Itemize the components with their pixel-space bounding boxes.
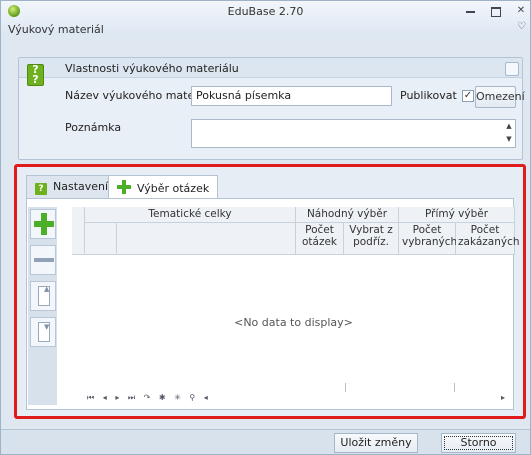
properties-panel: ?? Vlastnosti výukového materiálu Název …: [18, 57, 525, 160]
previous-record-icon[interactable]: ◂: [103, 393, 107, 402]
tab-settings[interactable]: ? Nastavení: [26, 175, 118, 198]
empty-grid-message: <No data to display>: [234, 316, 353, 329]
add-button[interactable]: [30, 209, 56, 239]
maximize-icon[interactable]: [489, 5, 503, 17]
remove-button[interactable]: [30, 245, 56, 275]
restrict-button[interactable]: Omezení: [475, 86, 525, 108]
tab-settings-label: Nastavení: [53, 180, 109, 193]
minimize-icon[interactable]: [464, 5, 478, 17]
title-bar: EduBase 2.70 ✕ Výukový materiál ♡: [1, 1, 530, 36]
scroll-tick: |: [453, 383, 457, 393]
scroll-up-icon[interactable]: ▲: [503, 122, 515, 130]
next-record-icon[interactable]: ▸: [115, 393, 119, 402]
note-input[interactable]: [191, 119, 516, 148]
tab-question-selection-label: Výběr otázek: [137, 182, 210, 195]
scroll-right-icon[interactable]: ▸: [501, 393, 505, 407]
save-button[interactable]: Uložit změny: [334, 433, 418, 453]
question-icon: ?: [35, 183, 47, 195]
refresh-icon[interactable]: ↷: [144, 393, 151, 402]
header-count[interactable]: Počet otázek: [296, 223, 344, 255]
question-icon: ??: [27, 64, 44, 86]
move-down-icon: [38, 322, 50, 342]
delete-record-icon[interactable]: ✳: [174, 393, 181, 402]
header-selected[interactable]: Počet vybraných: [399, 223, 457, 255]
header-thematic[interactable]: Tematické celky: [85, 207, 296, 223]
move-up-icon: [38, 285, 50, 306]
topics-grid[interactable]: Tematické celky Náhodný výběr Přímý výbě…: [72, 207, 520, 415]
scroll-left-icon[interactable]: ◂: [204, 393, 208, 402]
add-icon: [117, 180, 131, 194]
app-window: EduBase 2.70 ✕ Výukový materiál ♡ ?? Vla…: [0, 0, 531, 455]
document-title: Výukový materiál: [8, 23, 104, 36]
note-label: Poznámka: [65, 121, 122, 134]
row-indicator-header: [72, 207, 85, 255]
header-expand: [85, 223, 117, 255]
cancel-button[interactable]: Storno: [441, 433, 516, 453]
move-up-button[interactable]: [30, 281, 56, 311]
properties-title: Vlastnosti výukového materiálu: [65, 62, 239, 75]
filter-icon[interactable]: ⚲: [189, 393, 195, 402]
header-select-sub[interactable]: Vybrat z podříz.: [344, 223, 399, 255]
scroll-tick: |: [344, 383, 348, 393]
append-record-icon[interactable]: ✱: [159, 393, 166, 402]
tab-question-selection[interactable]: Výběr otázek: [108, 175, 219, 199]
plus-icon: [34, 213, 54, 235]
name-input[interactable]: Pokusná písemka: [191, 86, 392, 106]
publish-label: Publikovat: [400, 89, 457, 102]
chevron-down-icon[interactable]: ♡: [517, 21, 526, 32]
collapse-toggle[interactable]: [505, 62, 519, 76]
grid-toolbar: [28, 207, 57, 405]
header-direct[interactable]: Přímý výběr: [399, 207, 515, 223]
header-thematic-sub: [117, 223, 296, 255]
footer-bar: Uložit změny Storno: [1, 429, 530, 454]
scroll-down-icon[interactable]: ▼: [503, 135, 515, 143]
move-down-button[interactable]: [30, 317, 56, 347]
last-record-icon[interactable]: ⏭: [128, 393, 135, 403]
grid-navigator: ⏮ ◂ ▸ ⏭ ↷ ✱ ✳ ⚲ ◂: [87, 393, 214, 407]
first-record-icon[interactable]: ⏮: [87, 393, 94, 403]
window-title: EduBase 2.70: [227, 5, 304, 18]
header-forbidden[interactable]: Počet zakázaných: [456, 223, 520, 255]
minus-icon: [34, 258, 54, 262]
close-icon[interactable]: ✕: [514, 5, 528, 17]
header-random[interactable]: Náhodný výběr: [296, 207, 399, 223]
publish-checkbox[interactable]: ✓: [462, 90, 474, 102]
